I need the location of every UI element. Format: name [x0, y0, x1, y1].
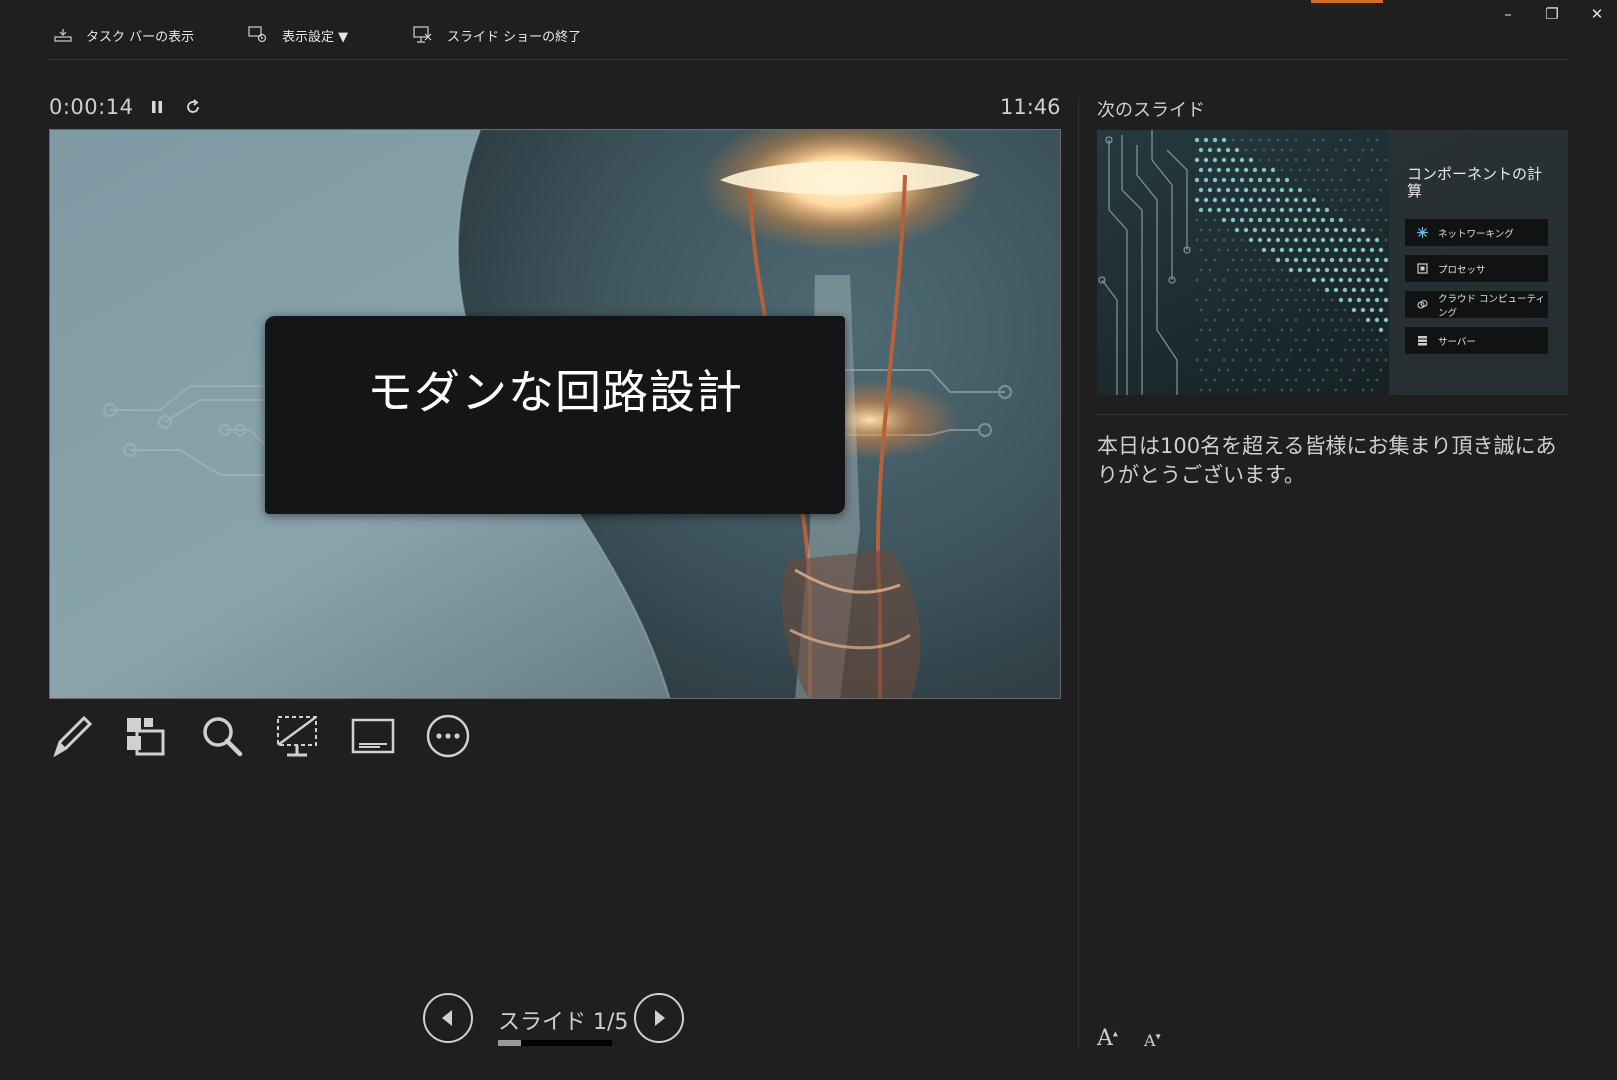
display-settings-icon	[248, 26, 268, 44]
more-options-button[interactable]	[424, 712, 472, 760]
minimize-icon: –	[1504, 5, 1512, 23]
pause-timer-button[interactable]	[146, 96, 168, 118]
processor-icon	[1417, 263, 1428, 274]
slide-progress-bar	[498, 1040, 612, 1046]
taskbar-icon	[54, 28, 72, 42]
increase-font-icon: A	[1097, 1026, 1113, 1051]
pen-tool-button[interactable]	[48, 712, 96, 760]
next-slide-item-label: プロセッサ	[1438, 264, 1486, 276]
server-icon	[1417, 335, 1428, 346]
zoom-icon	[203, 717, 243, 757]
next-slide-item-cloud: クラウド コンピューティング	[1404, 290, 1549, 319]
current-slide[interactable]: モダンな回路設計	[49, 129, 1061, 699]
pause-icon	[152, 101, 162, 113]
arrow-right-icon	[655, 1010, 665, 1026]
cloud-icon	[1417, 299, 1428, 310]
slide-counter[interactable]: スライド 1/5	[498, 1004, 628, 1036]
active-window-indicator	[1311, 0, 1383, 3]
panel-divider	[1078, 98, 1079, 1048]
close-icon: ✕	[1590, 5, 1604, 23]
slide-title-box: モダンな回路設計	[265, 316, 845, 514]
minimize-button[interactable]: –	[1493, 2, 1523, 26]
increase-arrow-icon: ▴	[1112, 1028, 1118, 1040]
next-slide-preview[interactable]: コンポーネントの計算 ネットワーキング プロセッサ クラウド コンピューティング…	[1097, 130, 1568, 395]
next-slide-button[interactable]	[634, 993, 684, 1043]
end-slideshow-label: スライド ショーの終了	[447, 29, 582, 45]
arrow-left-icon	[442, 1010, 452, 1026]
current-time: 11:46	[1000, 95, 1061, 119]
black-screen-icon	[277, 715, 317, 757]
display-settings-button[interactable]: 表示設定 ▼	[248, 22, 348, 48]
next-slide-item-server: サーバー	[1404, 326, 1549, 355]
display-settings-label: 表示設定 ▼	[282, 29, 349, 45]
elapsed-timer: 0:00:14	[49, 95, 134, 119]
restore-button[interactable]: ❐	[1537, 2, 1567, 26]
previous-slide-button[interactable]	[423, 993, 473, 1043]
next-slide-item-networking: ネットワーキング	[1404, 218, 1549, 247]
next-slide-label: 次のスライド	[1097, 100, 1205, 121]
subtitles-icon	[351, 718, 395, 754]
next-slide-item-label: クラウド コンピューティング	[1438, 293, 1545, 319]
pen-icon	[53, 715, 93, 758]
toolbar-divider	[49, 59, 1567, 60]
next-slide-item-processor: プロセッサ	[1404, 254, 1549, 283]
more-options-icon	[426, 714, 470, 758]
notes-divider	[1097, 414, 1568, 415]
show-taskbar-label: タスク バーの表示	[86, 29, 195, 45]
slide-title: モダンな回路設計	[367, 365, 743, 419]
next-slide-title: コンポーネントの計算	[1407, 165, 1543, 200]
decrease-font-button[interactable]: A▾	[1144, 1031, 1161, 1050]
black-screen-button[interactable]	[273, 712, 321, 760]
zoom-button[interactable]	[198, 712, 246, 760]
end-slideshow-icon	[413, 26, 433, 44]
reset-timer-button[interactable]	[182, 96, 204, 118]
next-slide-item-label: サーバー	[1438, 336, 1476, 348]
subtitles-button[interactable]	[349, 712, 397, 760]
restore-icon: ❐	[1545, 5, 1559, 23]
end-slideshow-button[interactable]: スライド ショーの終了	[413, 22, 581, 48]
increase-font-button[interactable]: A▴	[1097, 1026, 1118, 1051]
see-all-slides-button[interactable]	[121, 712, 169, 760]
decrease-font-icon: A	[1144, 1031, 1156, 1050]
next-slide-item-label: ネットワーキング	[1438, 228, 1514, 240]
slide-progress-fill	[498, 1040, 521, 1046]
show-taskbar-button[interactable]: タスク バーの表示	[54, 22, 194, 48]
see-all-slides-icon	[127, 718, 165, 756]
reset-icon	[187, 99, 199, 113]
close-button[interactable]: ✕	[1582, 2, 1612, 26]
speaker-notes[interactable]: 本日は100名を超える皆様にお集まり頂き誠にありがとうございます。	[1097, 432, 1567, 490]
decrease-arrow-icon: ▾	[1155, 1031, 1161, 1043]
network-icon	[1417, 227, 1428, 238]
